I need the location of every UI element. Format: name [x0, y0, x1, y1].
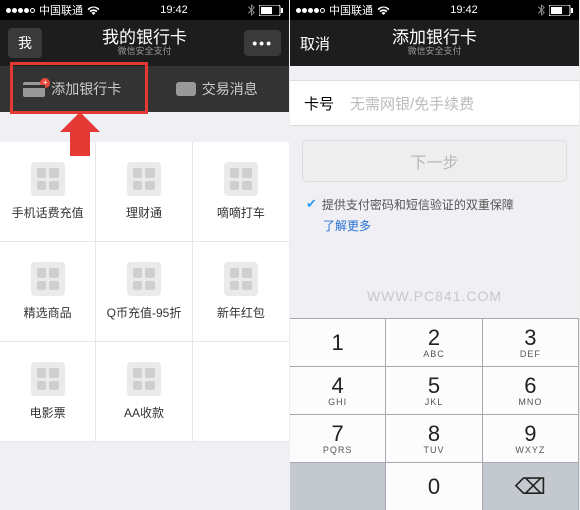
message-icon [176, 82, 196, 96]
grid-item[interactable]: 精选商品 [0, 242, 96, 342]
screen-my-cards: 中国联通 19:42 我 我的银行卡 微信安全支付 ••• + 添加银行卡 交易… [0, 0, 290, 510]
screen-add-card: 中国联通 19:42 取消 添加银行卡 微信安全支付 卡号 无需网银/免手续费 … [290, 0, 580, 510]
watermark: WWW.PC841.COM [290, 288, 579, 304]
clock: 19:42 [160, 4, 188, 16]
bluetooth-icon [538, 4, 545, 16]
placeholder-icon [31, 362, 65, 396]
key-0[interactable]: 0 [386, 462, 482, 510]
grid-item[interactable]: AA收款 [96, 342, 192, 442]
tab-trans-label: 交易消息 [202, 79, 258, 99]
wifi-icon [87, 6, 100, 15]
wifi-icon [377, 6, 390, 15]
placeholder-icon [31, 262, 65, 296]
learn-more-link[interactable]: 了解更多 [290, 217, 579, 234]
battery-icon [259, 5, 283, 16]
grid-item-empty [193, 342, 289, 442]
placeholder-icon [224, 262, 258, 296]
navbar: 我 我的银行卡 微信安全支付 ••• [0, 20, 289, 66]
card-number-label: 卡号 [304, 93, 334, 114]
grid-item[interactable]: 嘀嘀打车 [193, 142, 289, 242]
cancel-button[interactable]: 取消 [298, 29, 332, 58]
navbar: 取消 添加银行卡 微信安全支付 [290, 20, 579, 66]
key-blank [290, 462, 386, 510]
placeholder-icon [127, 362, 161, 396]
placeholder-icon [127, 162, 161, 196]
backspace-icon: ⌫ [515, 476, 546, 498]
card-number-input[interactable]: 无需网银/免手续费 [350, 93, 565, 114]
assurance-text: ✔ 提供支付密码和短信验证的双重保障 [290, 182, 579, 217]
more-button[interactable]: ••• [244, 30, 281, 56]
key-9[interactable]: 9WXYZ [483, 414, 579, 462]
services-grid: 手机话费充值 理财通 嘀嘀打车 精选商品 Q币充值-95折 新年红包 电影票 A… [0, 142, 289, 442]
carrier-label: 中国联通 [329, 2, 373, 18]
key-4[interactable]: 4GHI [290, 366, 386, 414]
grid-item[interactable]: 电影票 [0, 342, 96, 442]
tab-transactions[interactable]: 交易消息 [145, 79, 290, 99]
key-backspace[interactable]: ⌫ [483, 462, 579, 510]
status-bar: 中国联通 19:42 [0, 0, 289, 20]
grid-item[interactable]: 手机话费充值 [0, 142, 96, 242]
key-6[interactable]: 6MNO [483, 366, 579, 414]
signal-dots-icon [296, 8, 325, 13]
placeholder-icon [224, 162, 258, 196]
page-title: 添加银行卡 [290, 29, 579, 46]
key-2[interactable]: 2ABC [386, 318, 482, 366]
grid-item[interactable]: 新年红包 [193, 242, 289, 342]
card-number-row[interactable]: 卡号 无需网银/免手续费 [290, 80, 579, 126]
placeholder-icon [127, 262, 161, 296]
clock: 19:42 [450, 4, 478, 16]
key-3[interactable]: 3DEF [483, 318, 579, 366]
carrier-label: 中国联通 [39, 2, 83, 18]
highlight-box [10, 62, 148, 114]
arrow-up-icon [60, 112, 100, 156]
next-button[interactable]: 下一步 [302, 140, 567, 182]
grid-item[interactable]: Q币充值-95折 [96, 242, 192, 342]
signal-dots-icon [6, 8, 35, 13]
status-bar: 中国联通 19:42 [290, 0, 579, 20]
page-subtitle: 微信安全支付 [290, 46, 579, 58]
shield-icon: ✔ [306, 196, 317, 212]
grid-item[interactable]: 理财通 [96, 142, 192, 242]
key-5[interactable]: 5JKL [386, 366, 482, 414]
back-button[interactable]: 我 [8, 28, 42, 58]
placeholder-icon [31, 162, 65, 196]
key-1[interactable]: 1 [290, 318, 386, 366]
numeric-keypad: 1 2ABC 3DEF 4GHI 5JKL 6MNO 7PQRS 8TUV 9W… [290, 318, 579, 510]
bluetooth-icon [248, 4, 255, 16]
key-7[interactable]: 7PQRS [290, 414, 386, 462]
battery-icon [549, 5, 573, 16]
key-8[interactable]: 8TUV [386, 414, 482, 462]
